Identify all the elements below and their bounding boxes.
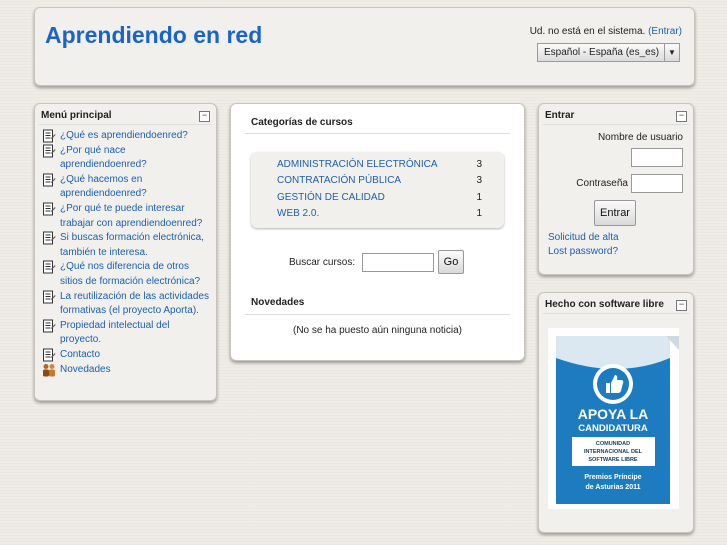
badge-line1: APOYA LA [578,406,649,422]
menu-item-link[interactable]: ¿Por qué te puede interesar trabajar con… [60,202,212,231]
category-course-count: 1 [476,191,482,203]
login-block: Entrar − Nombre de usuario Contraseña En… [538,103,694,275]
header-bar: Aprendiendo en red Ud. no está en el sis… [34,7,695,86]
menu-item[interactable]: ¿Por qué nace aprendiendoenred? [42,144,212,173]
collapse-icon[interactable]: − [199,111,210,122]
main-menu-title: Menú principal [41,110,112,121]
free-software-block: Hecho con software libre − APOYA LA CAND… [538,292,694,533]
document-icon [42,260,57,274]
category-link[interactable]: WEB 2.0. [277,208,319,219]
divider [245,314,510,315]
menu-item[interactable]: Novedades [42,363,212,378]
divider [245,133,510,134]
menu-item[interactable]: La reutilización de las actividades form… [42,290,212,319]
login-status: Ud. no está en el sistema. (Entrar) [530,26,682,37]
badge-line6: Premios Príncipe [584,474,641,481]
category-name-cell: CONTRATACIÓN PÚBLICA [277,173,475,190]
category-list-box: ADMINISTRACIÓN ELECTRÓNICA 3 CONTRATACIÓN … [251,152,504,228]
chevron-down-icon: ▼ [664,44,679,61]
collapse-icon[interactable]: − [676,300,687,311]
category-link[interactable]: CONTRATACIÓN PÚBLICA [277,175,401,186]
divider [543,313,689,314]
badge-line5: SOFTWARE LIBRE [588,457,638,463]
badge-line4: INTERNACIONAL DEL [584,449,643,455]
signup-link[interactable]: Solicitud de alta [548,232,619,243]
menu-item-link[interactable]: ¿Qué hacemos en aprendiendoenred? [60,173,212,202]
document-icon [42,173,57,187]
free-software-title: Hecho con software libre [545,299,664,310]
menu-item-link[interactable]: Novedades [60,363,111,378]
username-label: Nombre de usuario [597,132,683,143]
collapse-icon[interactable]: − [676,111,687,122]
badge-line7: de Asturias 2011 [586,484,641,491]
free-software-badge[interactable]: APOYA LA CANDIDATURA COMUNIDAD INTERNACI… [548,328,679,509]
category-row: CONTRATACIÓN PÚBLICA 3 [277,173,482,190]
category-link[interactable]: ADMINISTRACIÓN ELECTRÓNICA [277,159,438,170]
category-row: ADMINISTRACIÓN ELECTRÓNICA 3 [277,156,482,173]
main-menu-block: Menú principal − ¿Qué es aprendiendoenre… [34,103,217,401]
category-name-cell: GESTIÓN DE CALIDAD [277,189,475,206]
center-content: Categorías de cursos ADMINISTRACIÓN ELEC… [230,103,525,361]
document-icon [42,129,57,143]
category-name-cell: WEB 2.0. [277,206,475,223]
menu-item-link[interactable]: ¿Qué es aprendiendoenred? [60,129,188,144]
username-input[interactable] [631,148,683,167]
menu-item-link[interactable]: ¿Por qué nace aprendiendoenred? [60,144,212,173]
menu-item-link[interactable]: Contacto [60,348,100,363]
news-title: Novedades [251,297,305,308]
divider [543,124,689,125]
login-status-text: Ud. no está en el sistema. [529,26,646,37]
lost-password-link[interactable]: Lost password? [548,246,618,257]
category-name-cell: ADMINISTRACIÓN ELECTRÓNICA [277,156,475,173]
category-link[interactable]: GESTIÓN DE CALIDAD [277,192,385,203]
language-select[interactable]: Español - España (es_es) ▼ [537,43,680,62]
categories-title: Categorías de cursos [251,117,353,128]
password-input[interactable] [631,174,683,193]
menu-item[interactable]: Si buscas formación electrónica, también… [42,231,212,260]
badge-line2: CANDIDATURA [578,423,648,434]
forum-icon [42,363,57,377]
menu-item-link[interactable]: La reutilización de las actividades form… [60,290,212,319]
category-course-count: 1 [476,208,482,220]
document-icon [42,319,57,333]
document-icon [42,348,57,362]
login-submit-button[interactable]: Entrar [594,200,636,226]
menu-item[interactable]: Contacto [42,348,212,363]
news-empty-message: (No se ha puesto aún ninguna noticia) [292,325,462,336]
category-course-count: 3 [476,175,482,187]
menu-item[interactable]: ¿Qué hacemos en aprendiendoenred? [42,173,212,202]
badge-line3: COMUNIDAD [596,441,630,447]
menu-item-link[interactable]: Propiedad intelectual del proyecto. [60,319,212,348]
document-icon [42,144,57,158]
category-row: WEB 2.0. 1 [277,206,482,223]
menu-item-link[interactable]: Si buscas formación electrónica, también… [60,231,212,260]
login-link[interactable]: (Entrar) [648,26,682,37]
category-row: GESTIÓN DE CALIDAD 1 [277,189,482,206]
menu-item[interactable]: ¿Por qué te puede interesar trabajar con… [42,202,212,231]
category-course-count: 3 [476,158,482,170]
document-icon [42,231,57,245]
menu-item-link[interactable]: ¿Qué nos diferencia de otros sitios de f… [60,260,212,289]
login-block-title: Entrar [545,110,575,121]
search-courses-label: Buscar cursos: [289,257,356,268]
menu-item[interactable]: Propiedad intelectual del proyecto. [42,319,212,348]
menu-item[interactable]: ¿Qué es aprendiendoenred? [42,129,212,144]
document-icon [42,290,57,304]
site-title[interactable]: Aprendiendo en red [45,22,262,49]
search-go-button[interactable]: Go [438,250,464,274]
menu-item[interactable]: ¿Qué nos diferencia de otros sitios de f… [42,260,212,289]
main-menu-list: ¿Qué es aprendiendoenred? ¿Por qué nace a… [42,129,212,377]
document-icon [42,202,57,216]
category-table: ADMINISTRACIÓN ELECTRÓNICA 3 CONTRATACIÓN … [277,156,482,222]
password-label: Contraseña [576,178,628,189]
language-select-value: Español - España (es_es) [544,47,660,58]
divider [39,124,212,125]
search-courses-input[interactable] [362,253,434,272]
